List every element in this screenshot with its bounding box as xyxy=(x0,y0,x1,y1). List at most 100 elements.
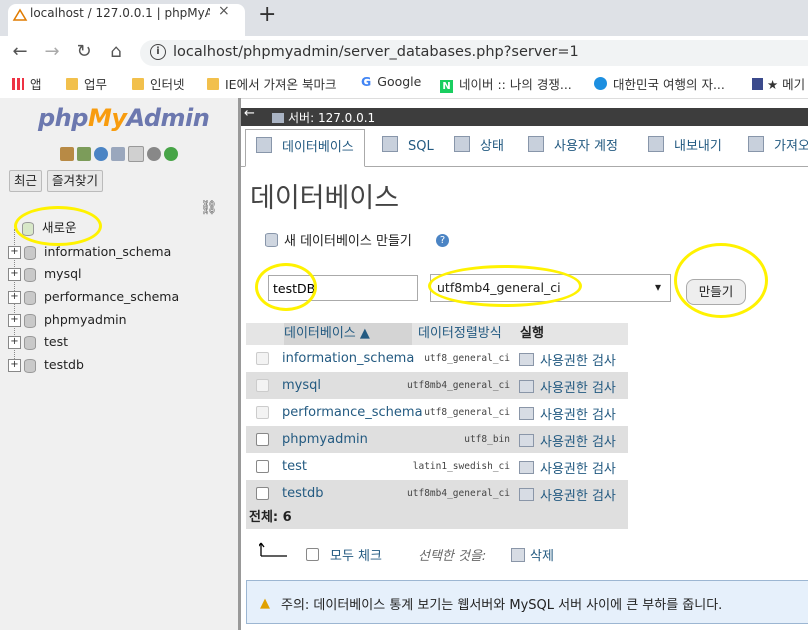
back-button[interactable]: ← xyxy=(10,41,30,62)
bookmark-naver[interactable]: N 네이버 :: 나의 경쟁... xyxy=(440,74,572,93)
delete-icon[interactable] xyxy=(511,548,525,562)
tree-item-testdb[interactable]: + testdb xyxy=(8,355,84,375)
folder-icon xyxy=(132,78,144,90)
bookmark-folder-ie[interactable]: IE에서 가져온 북마크 xyxy=(207,74,337,93)
privileges-icon xyxy=(519,461,534,474)
tab-databases[interactable]: 데이터베이스 xyxy=(245,129,365,167)
link-icon[interactable]: ⛓ xyxy=(200,200,218,216)
row-checkbox[interactable] xyxy=(256,433,269,446)
tab-export[interactable]: 내보내기 xyxy=(638,129,732,165)
row-checkbox xyxy=(256,352,269,365)
server-breadcrumb[interactable]: 서버: 127.0.0.1 xyxy=(272,109,375,126)
check-privileges-link[interactable]: 사용권한 검사 xyxy=(519,377,616,396)
column-header-action: 실행 xyxy=(520,323,580,345)
home-icon[interactable] xyxy=(60,147,74,161)
server-icon xyxy=(272,113,284,123)
bookmark-folder-internet[interactable]: 인터넷 xyxy=(132,74,185,93)
chevron-down-icon[interactable]: ▾ xyxy=(655,280,661,294)
forward-button[interactable]: → xyxy=(42,41,62,62)
database-link[interactable]: mysql xyxy=(282,378,321,393)
recent-button[interactable]: 최근 xyxy=(9,170,43,192)
check-privileges-link[interactable]: 사용권한 검사 xyxy=(519,404,616,423)
tree-item-test[interactable]: + test xyxy=(8,332,68,352)
new-tab-button[interactable]: + xyxy=(258,2,276,27)
collation-value: utf8mb4_general_ci xyxy=(407,488,510,499)
home-button[interactable]: ⌂ xyxy=(106,41,126,62)
column-header-database[interactable]: 데이터베이스 ▲ xyxy=(284,323,412,345)
bookmark-google[interactable]: G Google xyxy=(361,74,421,89)
folder-icon xyxy=(66,78,78,90)
check-privileges-link[interactable]: 사용권한 검사 xyxy=(519,485,616,504)
tree-item-mysql[interactable]: + mysql xyxy=(8,264,82,284)
databases-table: 데이터베이스 ▲ 데이터정렬방식 실행 information_schema ut… xyxy=(246,323,628,533)
help-icon[interactable] xyxy=(94,147,108,161)
row-checkbox[interactable] xyxy=(256,460,269,473)
database-link[interactable]: phpmyadmin xyxy=(282,432,368,447)
tree-item-label: test xyxy=(44,334,69,349)
phpmyadmin-logo[interactable]: phpMyAdmin xyxy=(38,104,210,132)
privileges-icon xyxy=(519,407,534,420)
url-text[interactable]: localhost/phpmyadmin/server_databases.ph… xyxy=(173,44,579,60)
travel-icon xyxy=(594,77,607,90)
tab-import[interactable]: 가져오 xyxy=(738,129,808,165)
naver-icon: N xyxy=(440,80,453,93)
tab-user-accounts[interactable]: 사용자 계정 xyxy=(518,129,628,165)
arrow-up-icon xyxy=(257,540,289,562)
bookmark-label: IE에서 가져온 북마크 xyxy=(225,77,337,92)
highlight-annotation xyxy=(428,265,582,307)
highlight-annotation xyxy=(674,243,768,318)
delete-button[interactable]: 삭제 xyxy=(530,545,554,564)
database-link[interactable]: performance_schema xyxy=(282,405,423,420)
expand-icon[interactable]: + xyxy=(8,314,21,327)
collapse-arrow-icon[interactable]: ← xyxy=(244,106,255,121)
tree-item-label: phpmyadmin xyxy=(44,312,127,327)
tree-item-phpmyadmin[interactable]: + phpmyadmin xyxy=(8,310,127,330)
expand-icon[interactable]: + xyxy=(8,246,21,259)
expand-icon[interactable]: + xyxy=(8,359,21,372)
tab-close-icon[interactable]: × xyxy=(218,3,230,19)
table-row: information_schema utf8_general_ci 사용권한 검사 xyxy=(246,345,628,372)
copy-icon[interactable] xyxy=(128,146,144,162)
gear-icon[interactable] xyxy=(147,147,161,161)
notice-text: 주의: 데이터베이스 통계 보기는 웹서버와 MySQL 서버 사이에 큰 부하… xyxy=(281,598,723,613)
bookmark-apps[interactable]: 앱 xyxy=(12,74,42,93)
bookmark-folder-work[interactable]: 업무 xyxy=(66,74,107,93)
export-icon xyxy=(648,136,664,152)
check-privileges-link[interactable]: 사용권한 검사 xyxy=(519,431,616,450)
bookmark-travel[interactable]: 대한민국 여행의 자... xyxy=(594,74,725,93)
tab-status[interactable]: 상태 xyxy=(444,129,514,165)
logout-icon[interactable] xyxy=(77,147,91,161)
expand-icon[interactable]: + xyxy=(8,268,21,281)
database-link[interactable]: information_schema xyxy=(282,351,414,366)
bookmark-extra[interactable]: ★ 메기 xyxy=(752,74,805,93)
database-icon xyxy=(24,313,36,328)
status-chart-icon xyxy=(454,136,470,152)
reload-button[interactable]: ↻ xyxy=(74,41,94,62)
bookmark-label: 인터넷 xyxy=(150,77,185,92)
database-link[interactable]: testdb xyxy=(282,486,323,501)
check-all-checkbox[interactable] xyxy=(306,548,319,561)
favorites-button[interactable]: 즐겨찾기 xyxy=(47,170,104,192)
database-icon xyxy=(24,245,36,260)
page-title: 데이터베이스 xyxy=(250,183,400,214)
check-all-label[interactable]: 모두 체크 xyxy=(330,545,382,564)
check-privileges-link[interactable]: 사용권한 검사 xyxy=(519,458,616,477)
check-privileges-link[interactable]: 사용권한 검사 xyxy=(519,350,616,369)
row-checkbox[interactable] xyxy=(256,487,269,500)
tab-sql[interactable]: SQL xyxy=(372,129,444,165)
tree-item-performance-schema[interactable]: + performance_schema xyxy=(8,287,179,307)
database-link[interactable]: test xyxy=(282,459,307,474)
column-header-collation[interactable]: 데이터정렬방식 xyxy=(418,323,514,345)
expand-icon[interactable]: + xyxy=(8,291,21,304)
docs-icon[interactable] xyxy=(111,147,125,161)
help-icon[interactable]: ? xyxy=(436,234,449,247)
panel-resize-handle[interactable] xyxy=(238,98,241,630)
tree-item-label: testdb xyxy=(44,357,84,372)
quick-icons xyxy=(60,146,181,162)
expand-icon[interactable]: + xyxy=(8,336,21,349)
info-icon[interactable]: i xyxy=(150,44,166,60)
tree-item-information-schema[interactable]: + information_schema xyxy=(8,242,171,262)
refresh-icon[interactable] xyxy=(164,147,178,161)
create-database-heading: 새 데이터베이스 만들기 xyxy=(265,230,412,249)
collation-value: latin1_swedish_ci xyxy=(412,461,510,472)
